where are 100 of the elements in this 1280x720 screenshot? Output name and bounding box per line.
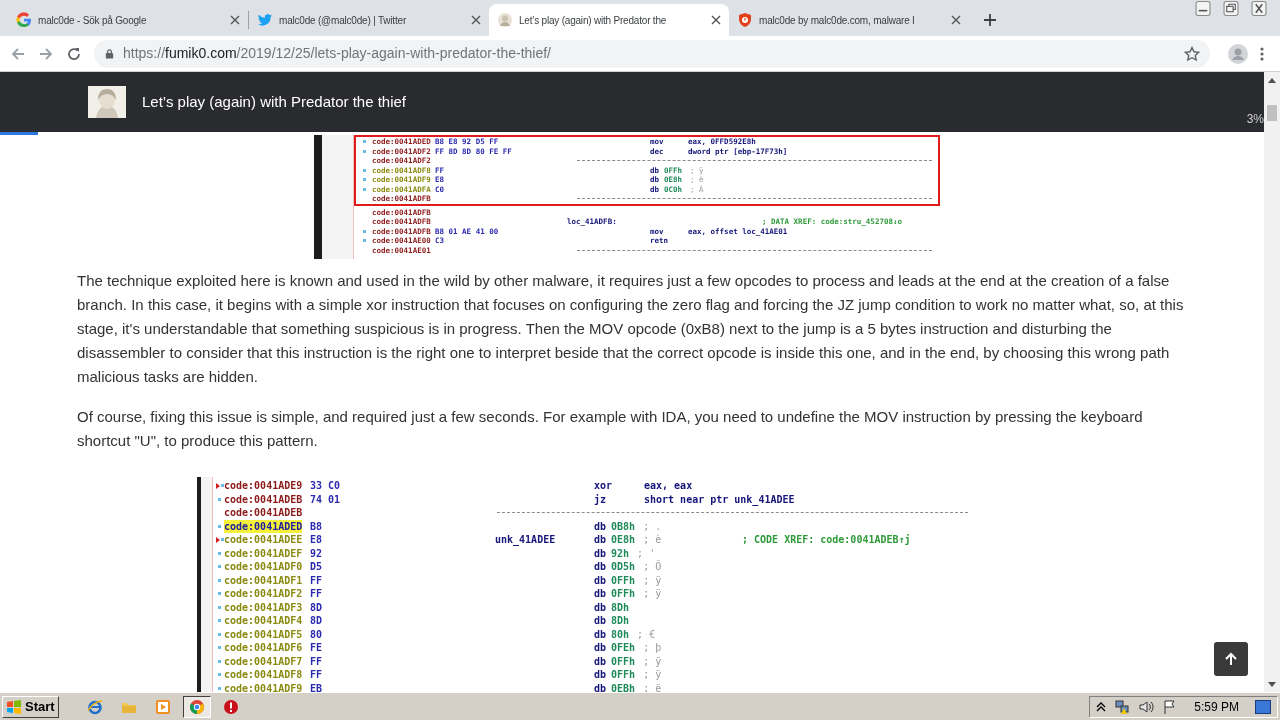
code-operand: 0B8h <box>611 519 636 533</box>
close-icon[interactable] <box>471 15 481 25</box>
code-operand: 0FFh <box>611 668 636 682</box>
code-mnemonic: db <box>594 641 607 655</box>
code-bytes: 74 01 <box>310 492 342 506</box>
code-bytes: FF <box>310 668 324 682</box>
code-operand: 0E8h <box>611 533 636 547</box>
code-mnemonic: db <box>594 614 607 628</box>
code-address: code:0041ADF9 <box>224 681 303 692</box>
menu-icon[interactable] <box>1260 45 1264 62</box>
code-bytes: 80 <box>310 627 324 641</box>
code-operand: 0FFh <box>611 573 636 587</box>
browser-circle-icon <box>188 698 205 715</box>
scroll-thumb[interactable] <box>1267 105 1277 121</box>
code-mnemonic: db <box>594 519 607 533</box>
code-bytes: EB <box>310 681 324 692</box>
warning-circle-icon <box>222 698 239 715</box>
code-address: code:0041ADF6 <box>224 641 303 655</box>
scroll-top-button[interactable] <box>1214 642 1248 676</box>
code-bytes: E8 <box>310 533 324 547</box>
code-note: ; ' <box>637 546 656 560</box>
star-icon[interactable] <box>1184 45 1200 62</box>
code-operand: eax, eax <box>644 479 693 493</box>
code-note: ; ë <box>643 681 662 692</box>
code-address: code:0041ADF1 <box>224 573 303 587</box>
code-mnemonic: db <box>594 533 607 547</box>
network-icon[interactable] <box>1114 698 1131 715</box>
browser-tab[interactable]: Let’s play (again) with Predator the <box>489 4 729 36</box>
start-button[interactable]: Start <box>2 695 59 718</box>
article-paragraph: Of course, fixing this issue is simple, and required just a few seconds. For example with IDA, you need to undefine the MOV instruction by pressing the keyboard shortcut "U", to produce this pattern. <box>77 407 1144 451</box>
tab-title: malc0de (@malc0de) | Twitter <box>279 13 407 28</box>
address-bar[interactable]: https://fumik0.com/2019/12/25/lets-play-again-with-predator-the-thief/ <box>94 39 1210 68</box>
bird-icon <box>257 12 273 28</box>
close-icon[interactable] <box>951 15 961 25</box>
code-note: ; è <box>643 533 662 547</box>
profile-icon[interactable] <box>1228 43 1248 64</box>
new-tab-icon[interactable] <box>983 13 997 27</box>
code-note: ; € <box>637 627 656 641</box>
code-operand: 92h <box>611 546 630 560</box>
url-text: https://fumik0.com/2019/12/25/lets-play-again-with-predator-the-thief/ <box>123 44 552 63</box>
code-note: ; Õ <box>643 560 662 574</box>
scrollbar[interactable] <box>1264 72 1280 692</box>
code-comment: ; CODE XREF: code:0041ADEB↑j <box>742 533 912 547</box>
code-address: code:0041ADF8 <box>224 668 303 682</box>
code-bytes: B8 <box>310 519 324 533</box>
code-label: unk_41ADEE <box>495 533 557 547</box>
code-address: code:0041ADF7 <box>224 654 303 668</box>
code-address: code:0041ADEE <box>224 533 303 547</box>
code-operand: 8Dh <box>611 600 630 614</box>
code-mnemonic: db <box>594 587 607 601</box>
chevron-up-icon[interactable] <box>1096 701 1107 712</box>
show-desktop-icon[interactable] <box>1255 699 1271 714</box>
clock: 5:59 PM <box>1194 698 1239 716</box>
code-bytes: FF <box>310 587 324 601</box>
code-mnemonic: xor <box>594 479 614 493</box>
code-mnemonic: db <box>594 546 607 560</box>
browser-e-icon <box>86 698 103 715</box>
code-operand: 8Dh <box>611 614 630 628</box>
scroll-down-icon[interactable] <box>1268 682 1276 688</box>
code-mnemonic: jz <box>594 492 608 506</box>
avatar-icon <box>497 12 513 28</box>
code-address: code:0041ADF4 <box>224 614 303 628</box>
code-address: code:0041ADF2 <box>224 587 303 601</box>
code-operand: 0FFh <box>611 587 636 601</box>
scroll-up-icon[interactable] <box>1268 77 1276 83</box>
tab-title: malc0de by malc0de.com, malware I <box>759 13 916 28</box>
avatar-image <box>88 86 126 118</box>
code-note: ; . <box>643 519 662 533</box>
code-note: ; ÿ <box>643 654 662 668</box>
code-bytes: FF <box>310 573 324 587</box>
code-bytes: FE <box>310 641 324 655</box>
media-player-icon <box>154 698 171 715</box>
taskbar-app[interactable] <box>182 695 211 718</box>
code-mnemonic: db <box>594 627 607 641</box>
code-mnemonic: db <box>594 654 607 668</box>
shield-icon <box>737 12 753 28</box>
close-icon[interactable] <box>711 15 721 25</box>
code-operand: 0FFh <box>611 654 636 668</box>
close-icon[interactable] <box>230 15 240 25</box>
code-mnemonic: db <box>594 560 607 574</box>
code-operand: 0D5h <box>611 560 636 574</box>
reload-icon[interactable] <box>66 45 82 62</box>
back-icon[interactable] <box>10 45 26 62</box>
code-operand: 0FEh <box>611 641 636 655</box>
arrow-up-icon <box>1223 651 1239 667</box>
code-mnemonic: db <box>594 681 607 692</box>
progress-percent: 3% <box>1246 111 1264 128</box>
google-logo-icon <box>16 12 32 28</box>
forward-icon[interactable] <box>38 45 54 62</box>
code-address: code:0041ADF3 <box>224 600 303 614</box>
code-address: code:0041ADED <box>224 519 303 533</box>
code-mnemonic: db <box>594 668 607 682</box>
tab-title: Let’s play (again) with Predator the <box>519 13 668 28</box>
code-mnemonic: db <box>594 600 607 614</box>
article-paragraph: The technique exploited here is known and used in the wild by other malware, it requires just a few opcodes to process and leads at the end at the creation of a false branch. In this case, it begins with a simple xor instruction that focuses on configuring the zero flag and forcing the JZ jump condition to work no matter what, so, at this stage, it's understandable that something suspicious is in progress. Then the MOV opcode (0xB8) next to the jump is a 5 bytes instruction and disturbing the disassembler to consider that this instruction is the right one to interpret beside that the correct opcode is inside this one, and in the end, by choosing this wrong path malicious tasks are hidden. <box>77 271 1185 387</box>
code-bytes: 33 C0 <box>310 479 342 493</box>
code-address: code:0041ADF5 <box>224 627 303 641</box>
code-note: ; ÿ <box>643 587 662 601</box>
speaker-icon[interactable] <box>1138 698 1155 715</box>
code-bytes: 92 <box>310 546 324 560</box>
